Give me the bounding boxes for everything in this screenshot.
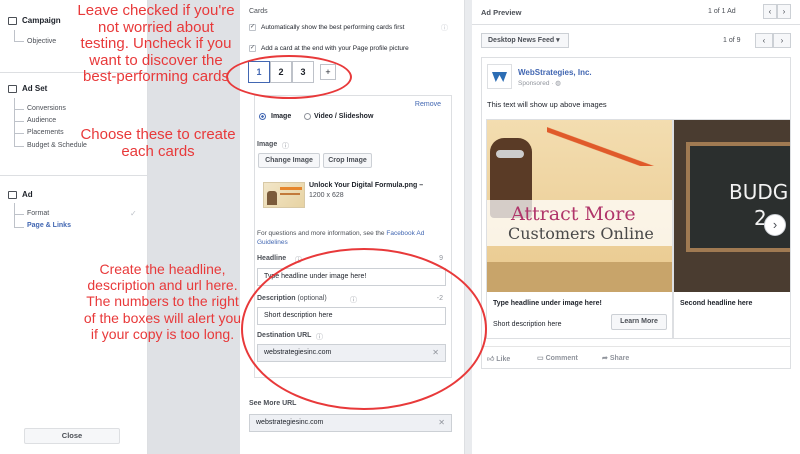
comment-action[interactable]: ▭ Comment <box>537 354 578 362</box>
auto-show-checkbox[interactable]: ✓ <box>249 24 256 31</box>
share-icon: ➦ <box>602 355 608 362</box>
learn-more-button[interactable]: Learn More <box>611 314 667 330</box>
card-1-image: Attract More Customers Online <box>487 120 672 292</box>
remove-card-link[interactable]: Remove <box>415 101 441 108</box>
annotation-headline-note: Create the headline, description and url… <box>83 261 242 342</box>
card-2-board-text: BUDG <box>729 180 789 204</box>
placement-value: Desktop News Feed <box>488 37 555 44</box>
file-name: Unlock Your Digital Formula.png – <box>309 182 424 189</box>
annotation-circle-tabs <box>226 55 352 99</box>
headline-char-count: 9 <box>439 255 443 262</box>
check-icon: ✓ <box>130 209 137 218</box>
nav-item-audience[interactable]: Audience <box>27 117 56 124</box>
card-2-headline: Second headline here <box>680 300 753 307</box>
divider <box>482 346 790 347</box>
info-icon: ⓘ <box>441 25 448 32</box>
prev-card-button[interactable]: ‹ <box>755 33 773 48</box>
nav-item-page-links[interactable]: Page & Links <box>27 222 71 229</box>
guidelines-prefix: For questions and more information, see … <box>257 230 385 237</box>
nav-item-conversions[interactable]: Conversions <box>27 105 66 112</box>
ad-counter: 1 of 1 Ad <box>708 8 736 15</box>
ad-preview-title: Ad Preview <box>481 8 522 17</box>
nav-ad-label: Ad <box>22 190 33 199</box>
carousel-card-1[interactable]: Attract More Customers Online Type headl… <box>486 119 673 339</box>
nav-adset[interactable]: Ad Set <box>8 84 47 93</box>
comment-label: Comment <box>545 355 578 362</box>
tree-line <box>14 30 15 41</box>
tree-branch <box>14 133 24 134</box>
next-card-button[interactable]: › <box>773 33 791 48</box>
annotation-checkbox-note: Leave checked if you're not worried abou… <box>77 2 235 85</box>
add-card-end-label: Add a card at the end with your Page pro… <box>261 45 409 52</box>
image-radio[interactable] <box>259 113 266 120</box>
image-thumbnail <box>263 182 305 208</box>
card-2-image: BUDG 2 <box>674 120 790 292</box>
card-1-headline: Type headline under image here! <box>493 300 602 307</box>
tree-branch <box>14 214 24 215</box>
page-name[interactable]: WebStrategies, Inc. <box>518 68 592 77</box>
comment-icon: ▭ <box>537 355 544 362</box>
tree-branch <box>14 121 24 122</box>
headline-label: Headline <box>257 255 287 262</box>
grid-icon <box>8 84 17 93</box>
like-icon: 👍︎ <box>487 356 495 363</box>
nav-ad[interactable]: Ad <box>8 190 33 199</box>
see-more-url-input[interactable]: webstrategiesinc.com ✕ <box>249 414 452 432</box>
divider <box>472 24 800 25</box>
nav-divider <box>0 175 147 176</box>
guidelines-text: For questions and more information, see … <box>257 229 447 247</box>
tree-branch <box>14 227 24 228</box>
card-1-description: Short description here <box>493 321 562 328</box>
annotation-circle-fields <box>241 248 487 410</box>
video-radio[interactable] <box>304 113 311 120</box>
image-label: Image <box>257 141 278 148</box>
tree-branch <box>14 109 24 110</box>
like-label: Like <box>496 356 511 363</box>
nav-campaign[interactable]: Campaign <box>8 16 61 25</box>
image-radio-label: Image <box>271 113 292 120</box>
sponsored-text: Sponsored <box>518 80 550 87</box>
tree-branch <box>14 146 24 147</box>
card-counter: 1 of 9 <box>723 37 741 44</box>
like-action[interactable]: 👍︎ Like <box>487 354 510 363</box>
page-avatar <box>487 64 512 89</box>
ad-icon <box>8 190 17 199</box>
nav-item-placements[interactable]: Placements <box>27 129 64 136</box>
change-image-button[interactable]: Change Image <box>258 153 320 168</box>
crop-image-button[interactable]: Crop Image <box>323 153 372 168</box>
nav-item-objective[interactable]: Objective <box>27 38 56 45</box>
ad-preview-panel: Ad Preview 1 of 1 Ad ‹ › Desktop News Fe… <box>472 0 800 454</box>
nav-campaign-label: Campaign <box>22 16 61 25</box>
annotation-card-tabs-note: Choose these to create each cards <box>80 126 236 160</box>
carousel-next-arrow[interactable]: › <box>764 214 786 236</box>
file-size: 1200 x 628 <box>309 192 344 199</box>
info-icon: ⓘ <box>282 143 289 150</box>
auto-show-label: Automatically show the best performing c… <box>261 24 405 31</box>
next-ad-button[interactable]: › <box>777 4 791 19</box>
tree-line <box>14 203 15 227</box>
facebook-post-preview: WebStrategies, Inc. Sponsored · ◍ This t… <box>481 57 791 369</box>
see-more-url-label: See More URL <box>249 400 297 407</box>
nav-item-format[interactable]: Format <box>27 210 49 217</box>
sponsored-label: Sponsored · ◍ <box>518 80 561 87</box>
add-card-end-checkbox[interactable]: ✓ <box>249 45 256 52</box>
share-action[interactable]: ➦ Share <box>602 354 629 362</box>
card-1-banner-line2: Customers Online <box>508 224 654 243</box>
flag-icon <box>8 16 17 25</box>
globe-icon: ◍ <box>555 80 561 87</box>
video-radio-label: Video / Slideshow <box>314 113 374 120</box>
close-button[interactable]: Close <box>24 428 120 444</box>
caret-down-icon: ▾ <box>556 37 560 44</box>
nav-adset-label: Ad Set <box>22 84 48 93</box>
placement-dropdown[interactable]: Desktop News Feed ▾ <box>481 33 569 48</box>
prev-ad-button[interactable]: ‹ <box>763 4 777 19</box>
share-label: Share <box>609 355 630 362</box>
clear-icon[interactable]: ✕ <box>438 415 445 431</box>
cards-label: Cards <box>249 8 268 15</box>
tree-branch <box>14 41 24 42</box>
see-more-url-value: webstrategiesinc.com <box>256 419 324 426</box>
card-1-banner-line1: Attract More <box>511 203 636 225</box>
post-text: This text will show up above images <box>487 100 607 109</box>
tree-line <box>14 98 15 146</box>
